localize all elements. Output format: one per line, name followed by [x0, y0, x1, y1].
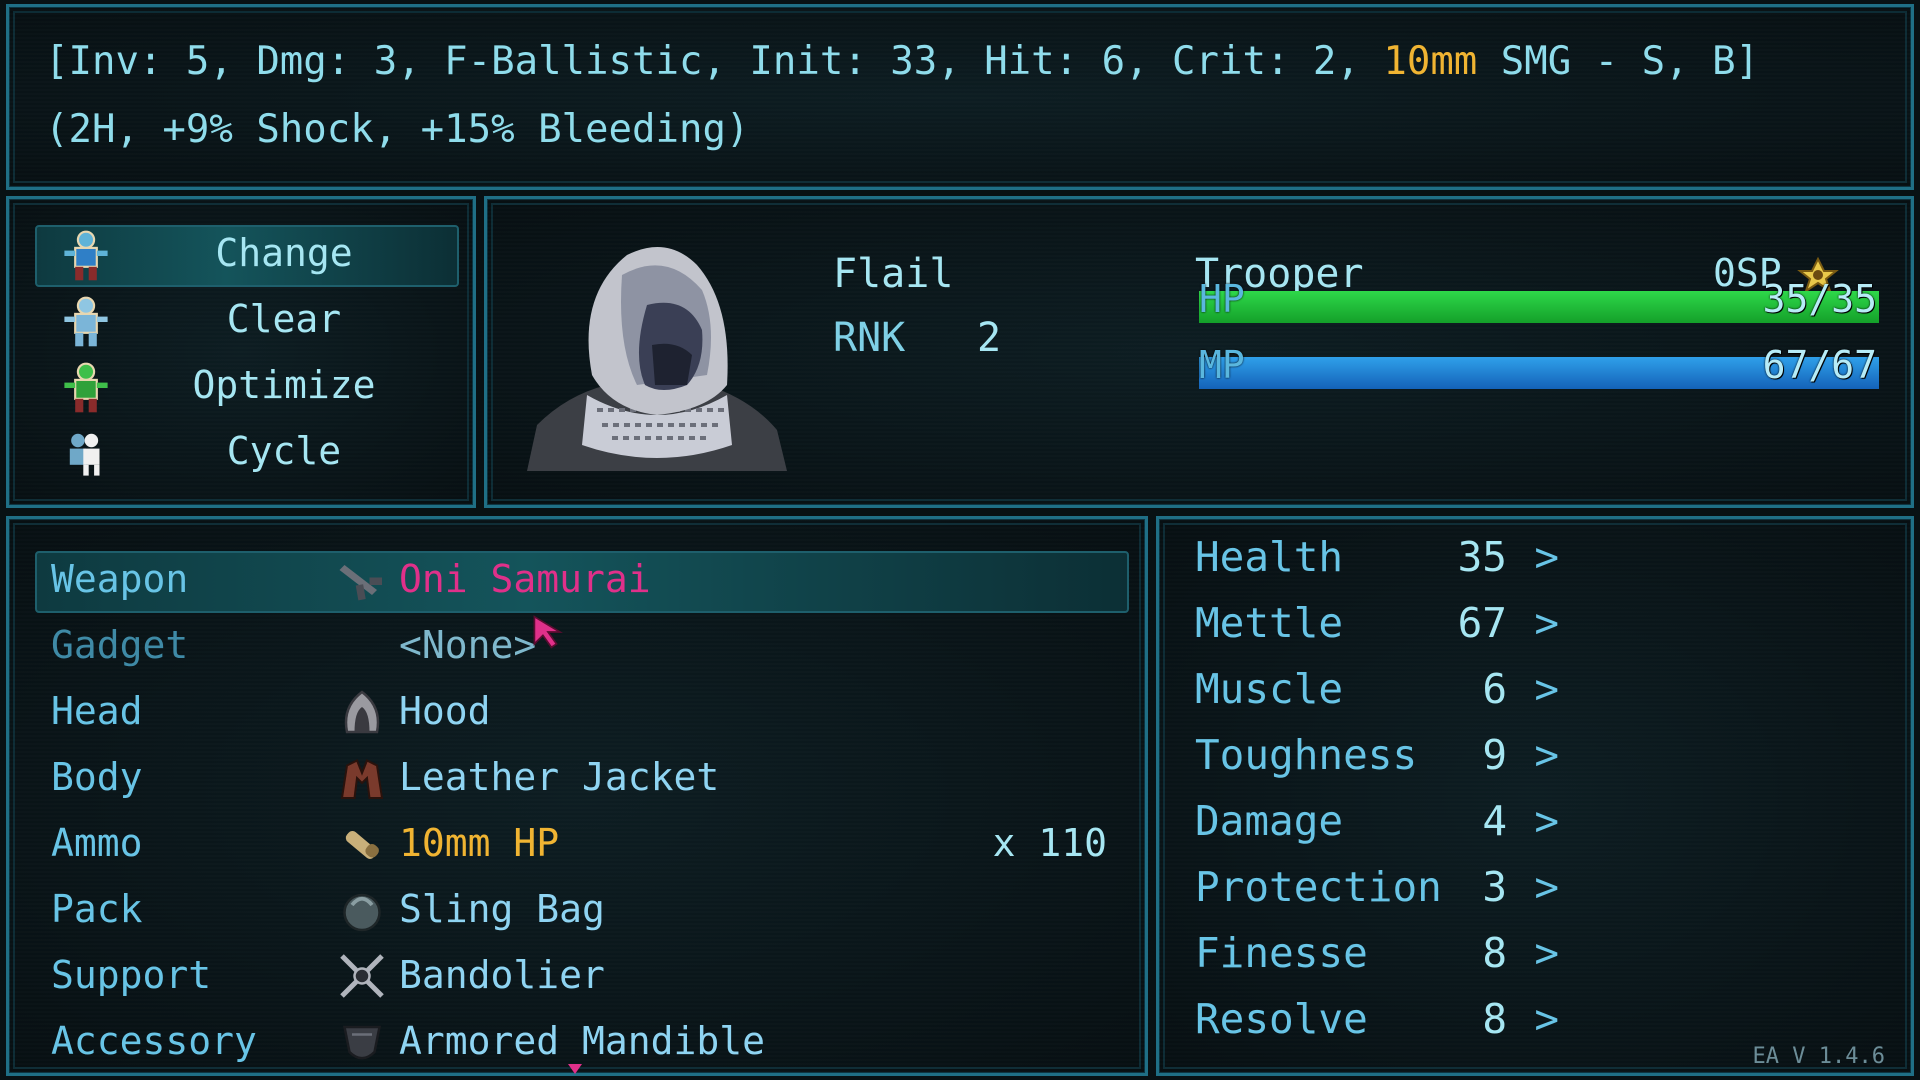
equip-slot-ammo[interactable]: Ammo 10mm HP x 110 [37, 813, 1127, 873]
stat-label: Health [1195, 533, 1344, 581]
item-info-panel: [Inv: 5, Dmg: 3, F-Ballistic, Init: 33, … [6, 4, 1914, 190]
stat-finesse[interactable]: Finesse 8 > [1195, 929, 1595, 989]
stat-value: 8 [1482, 929, 1507, 977]
item-name: Leather Jacket [399, 755, 720, 799]
hp-value: 35/35 [1762, 277, 1877, 321]
mp-bar: MP 67/67 [1199, 343, 1879, 389]
hood-icon [344, 690, 380, 734]
stat-label: Damage [1195, 797, 1344, 845]
pointer-cursor-icon [533, 615, 563, 649]
bag-icon [343, 893, 381, 932]
item-caliber-text: 10mm [1383, 39, 1478, 84]
stat-muscle[interactable]: Muscle 6 > [1195, 665, 1595, 725]
character-portrait [527, 247, 787, 471]
stat-arrow-icon[interactable]: > [1534, 995, 1559, 1043]
item-name: <None> [399, 623, 537, 667]
command-label: Clear [226, 297, 342, 341]
item-name: 10mm HP [399, 821, 560, 865]
stat-value: 3 [1482, 863, 1507, 911]
equip-slot-head[interactable]: Head Hood [37, 681, 1127, 741]
item-name: Bandolier [399, 953, 605, 997]
stat-arrow-icon[interactable]: > [1534, 863, 1559, 911]
stat-arrow-icon[interactable]: > [1534, 533, 1559, 581]
command-optimize[interactable]: Optimize [37, 357, 455, 415]
command-change[interactable]: Change [37, 225, 455, 283]
slot-label: Support [51, 953, 212, 997]
item-name: Sling Bag [399, 887, 605, 931]
item-name: Armored Mandible [399, 1019, 766, 1063]
equipment-panel: Weapon Oni Samurai Gadget <None> Head Ho… [6, 516, 1148, 1076]
command-menu: Change Clear Optimize Cycle [6, 196, 476, 508]
item-name: Oni Samurai [399, 557, 651, 601]
stat-label: Mettle [1195, 599, 1344, 647]
command-label: Optimize [192, 363, 376, 407]
stat-value: 8 [1482, 995, 1507, 1043]
character-name: Flail [833, 251, 954, 297]
item-name: Hood [399, 689, 491, 733]
stat-label: Finesse [1195, 929, 1368, 977]
command-label: Cycle [226, 429, 342, 473]
smg-icon [339, 565, 382, 601]
equip-slot-pack[interactable]: Pack Sling Bag [37, 879, 1127, 939]
equip-slot-body[interactable]: Body Leather Jacket [37, 747, 1127, 807]
stat-value: 6 [1482, 665, 1507, 713]
stat-arrow-icon[interactable]: > [1534, 797, 1559, 845]
equip-slot-support[interactable]: Support Bandolier [37, 945, 1127, 1005]
item-type-text: SMG - S, B] [1477, 39, 1760, 84]
equip-slot-accessory[interactable]: Accessory Armored Mandible [37, 1011, 1127, 1071]
slot-label: Accessory [51, 1019, 257, 1063]
command-label: Change [215, 231, 353, 275]
item-effects-line: (2H, +9% Shock, +15% Bleeding) [45, 107, 750, 152]
slot-label: Gadget [51, 623, 189, 667]
stat-protection[interactable]: Protection 3 > [1195, 863, 1595, 923]
slot-label: Ammo [51, 821, 143, 865]
command-cycle[interactable]: Cycle [37, 423, 455, 481]
mp-value: 67/67 [1762, 343, 1877, 387]
hp-bar: HP 35/35 [1199, 277, 1879, 323]
stat-label: Toughness [1195, 731, 1418, 779]
item-stats-text: [Inv: 5, Dmg: 3, F-Ballistic, Init: 33, … [45, 39, 1384, 84]
scroll-down-arrow-icon[interactable] [567, 1063, 583, 1075]
slot-label: Weapon [51, 557, 189, 601]
mp-label: MP [1199, 343, 1245, 387]
stat-label: Muscle [1195, 665, 1344, 713]
stat-health[interactable]: Health 35 > [1195, 533, 1595, 593]
stat-value: 4 [1482, 797, 1507, 845]
stat-arrow-icon[interactable]: > [1534, 731, 1559, 779]
ammo-icon [345, 830, 379, 859]
ammo-quantity: x 110 [992, 821, 1107, 865]
version-label: EA V 1.4.6 [1752, 1044, 1885, 1069]
stat-arrow-icon[interactable]: > [1534, 665, 1559, 713]
slot-label: Head [51, 689, 143, 733]
rank-label: RNK [833, 315, 906, 361]
bandolier-icon [340, 954, 384, 998]
equip-slot-weapon[interactable]: Weapon Oni Samurai [37, 549, 1127, 609]
stat-resolve[interactable]: Resolve 8 > [1195, 995, 1595, 1055]
stat-value: 67 [1457, 599, 1507, 647]
mandible-icon [342, 1025, 382, 1060]
stat-arrow-icon[interactable]: > [1534, 929, 1559, 977]
stat-damage[interactable]: Damage 4 > [1195, 797, 1595, 857]
slot-label: Body [51, 755, 143, 799]
character-status-panel: Flail RNK 2 Trooper 0SP HP 35/35 MP 67/6… [484, 196, 1914, 508]
stat-label: Protection [1195, 863, 1442, 911]
stat-value: 35 [1457, 533, 1507, 581]
stat-mettle[interactable]: Mettle 67 > [1195, 599, 1595, 659]
stat-toughness[interactable]: Toughness 9 > [1195, 731, 1595, 791]
stat-label: Resolve [1195, 995, 1368, 1043]
stat-arrow-icon[interactable]: > [1534, 599, 1559, 647]
item-stats-line: [Inv: 5, Dmg: 3, F-Ballistic, Init: 33, … [45, 39, 1759, 84]
rank-value: 2 [977, 315, 1002, 361]
slot-label: Pack [51, 887, 143, 931]
command-clear[interactable]: Clear [37, 291, 455, 349]
stat-value: 9 [1482, 731, 1507, 779]
attributes-panel: Health 35 > Mettle 67 > Muscle 6 > Tough… [1156, 516, 1914, 1076]
hp-label: HP [1199, 277, 1245, 321]
jacket-icon [340, 759, 384, 799]
equip-slot-gadget[interactable]: Gadget <None> [37, 615, 1127, 675]
